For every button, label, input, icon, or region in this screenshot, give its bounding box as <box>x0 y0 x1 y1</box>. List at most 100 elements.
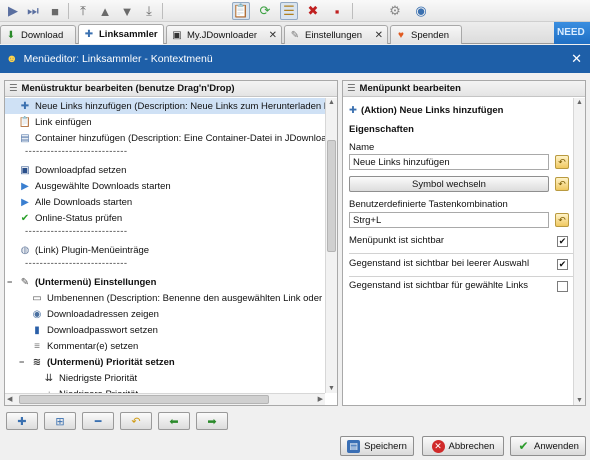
move-up-icon[interactable]: ▲ <box>96 2 114 20</box>
menu-separator[interactable]: ---------------------------- <box>25 226 128 242</box>
remove-entry-button[interactable]: ━ <box>82 412 114 430</box>
tab-linksammler[interactable]: ✚ Linksammler <box>78 24 164 44</box>
export-button[interactable]: ➡ <box>196 412 228 430</box>
menu-tree-item[interactable]: ↓Niedrigere Priorität <box>5 386 325 394</box>
priority-lowest-icon: ⇊ <box>44 372 54 384</box>
menu-tree-item-label: Online-Status prüfen <box>35 212 123 224</box>
check-icon: ✔ <box>20 212 30 224</box>
undo-name-icon[interactable]: ↶ <box>555 155 569 169</box>
play-icon[interactable]: ▶ <box>4 2 22 20</box>
undo-icon: ↶ <box>131 415 141 428</box>
menu-tree-item-label: Downloadpfad setzen <box>35 164 127 176</box>
toolbar-separator <box>162 3 163 19</box>
settings-icon: ✎ <box>290 29 300 41</box>
save-button[interactable]: ▤ Speichern <box>340 436 414 456</box>
scroll-up-icon[interactable]: ▲ <box>576 99 583 106</box>
name-label: Name <box>349 142 375 153</box>
move-bottom-icon[interactable]: ⤓ <box>140 2 158 20</box>
move-down-icon[interactable]: ▼ <box>118 2 136 20</box>
visible-selected-links-checkbox[interactable] <box>557 281 568 292</box>
vertical-scrollbar[interactable]: ▲ ▼ <box>325 98 337 393</box>
scroll-right-icon[interactable]: ▶ <box>318 395 323 403</box>
clipboard-icon[interactable]: 📋 <box>232 2 250 20</box>
tab-download[interactable]: ⬇ Download <box>0 25 76 44</box>
stop-icon[interactable]: ■ <box>46 2 64 20</box>
scroll-thumb[interactable] <box>327 140 336 252</box>
menu-tree-item[interactable]: ◉ Downloadadressen zeigen <box>5 306 325 322</box>
delete-x-icon[interactable]: ▪ <box>328 2 346 20</box>
add-submenu-button[interactable]: ⊞ <box>44 412 76 430</box>
scroll-down-icon[interactable]: ▼ <box>328 385 335 392</box>
menu-tree-item[interactable]: ◍ (Link) Plugin-Menüeinträge <box>5 242 325 258</box>
tab-myjdownloader[interactable]: ▣ My.JDownloader ✕ <box>166 25 282 44</box>
next-icon[interactable]: ⏭ <box>24 2 42 20</box>
menu-tree-item[interactable]: 📋 Link einfügen <box>5 114 325 130</box>
start-icon: ▶ <box>21 180 29 192</box>
plugin-icon: ◍ <box>20 244 30 256</box>
menu-separator[interactable]: ---------------------------- <box>25 146 128 162</box>
menu-tree-item-label: Downloadpasswort setzen <box>47 324 158 336</box>
donation-banner[interactable]: NEED <box>554 22 590 44</box>
menu-tree-item[interactable]: ✚ Neue Links hinzufügen (Description: Neu… <box>5 98 325 114</box>
vertical-scrollbar[interactable]: ▲ ▼ <box>573 98 585 405</box>
menu-tree-item[interactable]: − ✎ (Untermenü) Einstellungen <box>5 274 325 290</box>
undo-symbol-icon[interactable]: ↶ <box>555 177 569 191</box>
visible-checkbox[interactable]: ✔ <box>557 236 568 247</box>
undo-shortcut-icon[interactable]: ↶ <box>555 213 569 227</box>
close-dialog-icon[interactable]: ✕ <box>571 51 582 67</box>
visible-empty-selection-label: Gegenstand ist sichtbar bei leerer Auswa… <box>349 258 530 269</box>
menu-tree-item-label: Alle Downloads starten <box>35 196 133 208</box>
undo-button[interactable]: ↶ <box>120 412 152 430</box>
menu-tree-item-label: Kommentar(e) setzen <box>47 340 139 352</box>
scroll-left-icon[interactable]: ◀ <box>7 395 12 403</box>
cancel-label: Abbrechen <box>448 440 495 452</box>
menu-tree-item[interactable]: ▭ Umbenennen (Description: Benenne den au… <box>5 290 325 306</box>
scroll-up-icon[interactable]: ▲ <box>328 99 335 106</box>
add-submenu-icon: ⊞ <box>55 415 65 428</box>
close-tab-icon[interactable]: ✕ <box>375 30 383 41</box>
clipboard-monitor-icon[interactable]: ☰ <box>280 2 298 20</box>
close-tab-icon[interactable]: ✕ <box>269 30 277 41</box>
name-input[interactable]: Neue Links hinzufügen <box>349 154 549 170</box>
add-entry-icon: ✚ <box>17 415 27 428</box>
tab-spenden[interactable]: ♥ Spenden <box>390 25 462 44</box>
collapse-toggle-icon[interactable]: − <box>7 277 12 287</box>
dialog-title-bar: ☻ Menüeditor: Linksammler - Kontextmenü … <box>0 45 590 73</box>
menu-tree-item[interactable]: ≡ Kommentar(e) setzen <box>5 338 325 354</box>
apply-label: Anwenden <box>534 440 579 452</box>
menu-item-edit-pane: ☰ Menüpunkt bearbeiten ✚ (Aktion) Neue L… <box>342 80 586 406</box>
menu-tree-item[interactable]: − ≋ (Untermenü) Priorität setzen <box>5 354 325 370</box>
menu-separator[interactable]: ---------------------------- <box>25 258 128 274</box>
menu-tree[interactable]: ✚ Neue Links hinzufügen (Description: Neu… <box>5 98 325 393</box>
menu-tree-item[interactable]: ▣ Downloadpfad setzen <box>5 162 325 178</box>
collapse-toggle-icon[interactable]: − <box>19 357 24 367</box>
save-icon: ▤ <box>347 439 361 453</box>
menu-tree-item[interactable]: ▶ Ausgewählte Downloads starten <box>5 178 325 194</box>
menu-tree-item-label: Niedrigste Priorität <box>59 372 138 384</box>
cancel-button[interactable]: ✕ Abbrechen <box>422 436 504 456</box>
check-icon: ✔ <box>518 439 529 453</box>
horizontal-scrollbar[interactable]: ◀ ▶ <box>5 393 325 405</box>
menu-tree-item[interactable]: ▮ Downloadpasswort setzen <box>5 322 325 338</box>
refresh-icon[interactable]: ⟳ <box>256 2 274 20</box>
menu-tree-item[interactable]: ✔ Online-Status prüfen <box>5 210 325 226</box>
cancel-icon: ✕ <box>431 439 445 453</box>
import-button[interactable]: ⬅ <box>158 412 190 430</box>
move-top-icon[interactable]: ⤒ <box>74 2 92 20</box>
add-entry-button[interactable]: ✚ <box>6 412 38 430</box>
tab-label: Linksammler <box>99 29 158 40</box>
scroll-thumb[interactable] <box>19 395 269 404</box>
plus-icon: ✚ <box>349 105 357 116</box>
shortcut-input[interactable]: Strg+L <box>349 212 549 228</box>
change-symbol-button[interactable]: Symbol wechseln <box>349 176 549 192</box>
delete-red-icon[interactable]: ✖ <box>304 2 322 20</box>
apply-button[interactable]: ✔ Anwenden <box>510 436 586 456</box>
update-globe-icon[interactable]: ◉ <box>412 2 430 20</box>
menu-tree-item[interactable]: ⇊ Niedrigste Priorität <box>5 370 325 386</box>
menu-tree-item[interactable]: ▶ Alle Downloads starten <box>5 194 325 210</box>
visible-empty-selection-checkbox[interactable]: ✔ <box>557 259 568 270</box>
scroll-down-icon[interactable]: ▼ <box>576 397 583 404</box>
reconnect-icon[interactable]: ⚙ <box>386 2 404 20</box>
menu-tree-item[interactable]: ▤ Container hinzufügen (Description: Eine… <box>5 130 325 146</box>
tab-einstellungen[interactable]: ✎ Einstellungen ✕ <box>284 25 388 44</box>
